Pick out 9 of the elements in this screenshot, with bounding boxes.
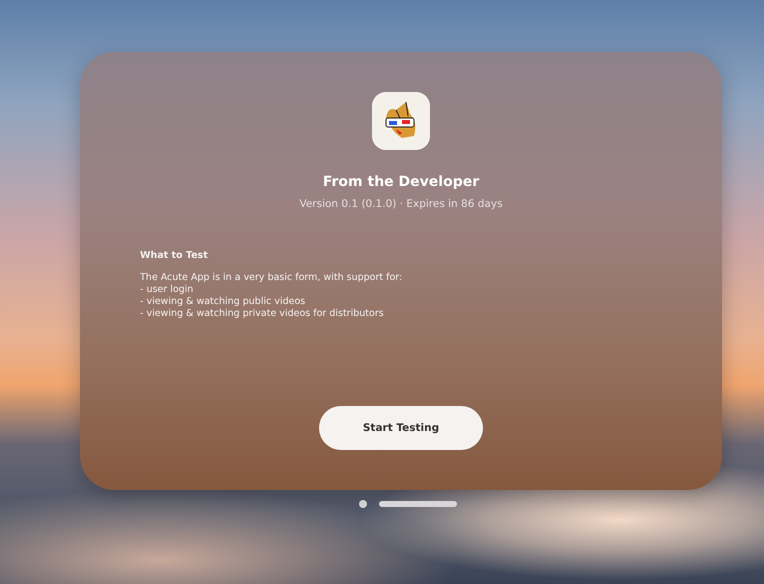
notes-heading: What to Test xyxy=(140,250,209,262)
notes-text: The Acute App is in a very basic form, with support for: xyxy=(140,272,404,284)
dog-app-icon xyxy=(372,92,430,150)
version-text: Version 0.1 (0.1.0) · Expires in 86 days xyxy=(299,198,503,210)
list-item: - viewing & watching private videos for distributors xyxy=(140,308,385,320)
list-item: - viewing & watching public videos xyxy=(140,296,306,308)
list-item: - user login xyxy=(140,284,194,296)
window-title: From the Developer xyxy=(322,174,480,190)
start-testing-button[interactable]: Start Testing xyxy=(319,406,483,450)
